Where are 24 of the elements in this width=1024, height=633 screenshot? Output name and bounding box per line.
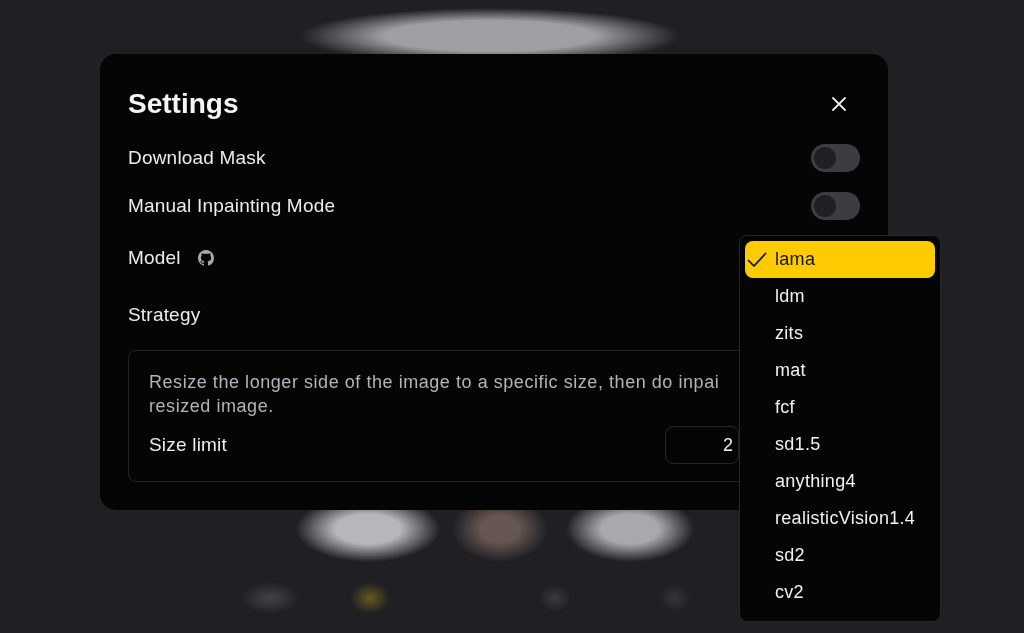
- dialog-title: Settings: [128, 87, 239, 121]
- size-limit-field[interactable]: 2: [665, 426, 739, 464]
- toggle-switch[interactable]: [811, 144, 860, 172]
- dropdown-option[interactable]: cv2: [745, 574, 935, 611]
- setting-label: Model: [128, 247, 181, 269]
- dropdown-option[interactable]: lama: [745, 241, 935, 278]
- setting-label: Manual Inpainting Mode: [128, 195, 336, 217]
- setting-label: Strategy: [128, 304, 201, 326]
- dropdown-option[interactable]: sd1.5: [745, 426, 935, 463]
- check-icon: [747, 251, 767, 268]
- github-icon[interactable]: [197, 250, 214, 266]
- dropdown-option[interactable]: ldm: [745, 278, 935, 315]
- dropdown-option[interactable]: anything4: [745, 463, 935, 500]
- dropdown-option[interactable]: realisticVision1.4: [745, 500, 935, 537]
- strategy-description: resized image.: [149, 395, 274, 418]
- dropdown-option[interactable]: sd2: [745, 537, 935, 574]
- dropdown-option[interactable]: mat: [745, 352, 935, 389]
- size-limit-label: Size limit: [149, 434, 227, 456]
- dropdown-option[interactable]: fcf: [745, 389, 935, 426]
- dropdown-option[interactable]: zits: [745, 315, 935, 352]
- toggle-switch[interactable]: [811, 192, 860, 220]
- close-icon: [832, 97, 846, 111]
- strategy-description: Resize the longer side of the image to a specific size, then do inpai: [149, 371, 720, 394]
- setting-label: Download Mask: [128, 147, 266, 169]
